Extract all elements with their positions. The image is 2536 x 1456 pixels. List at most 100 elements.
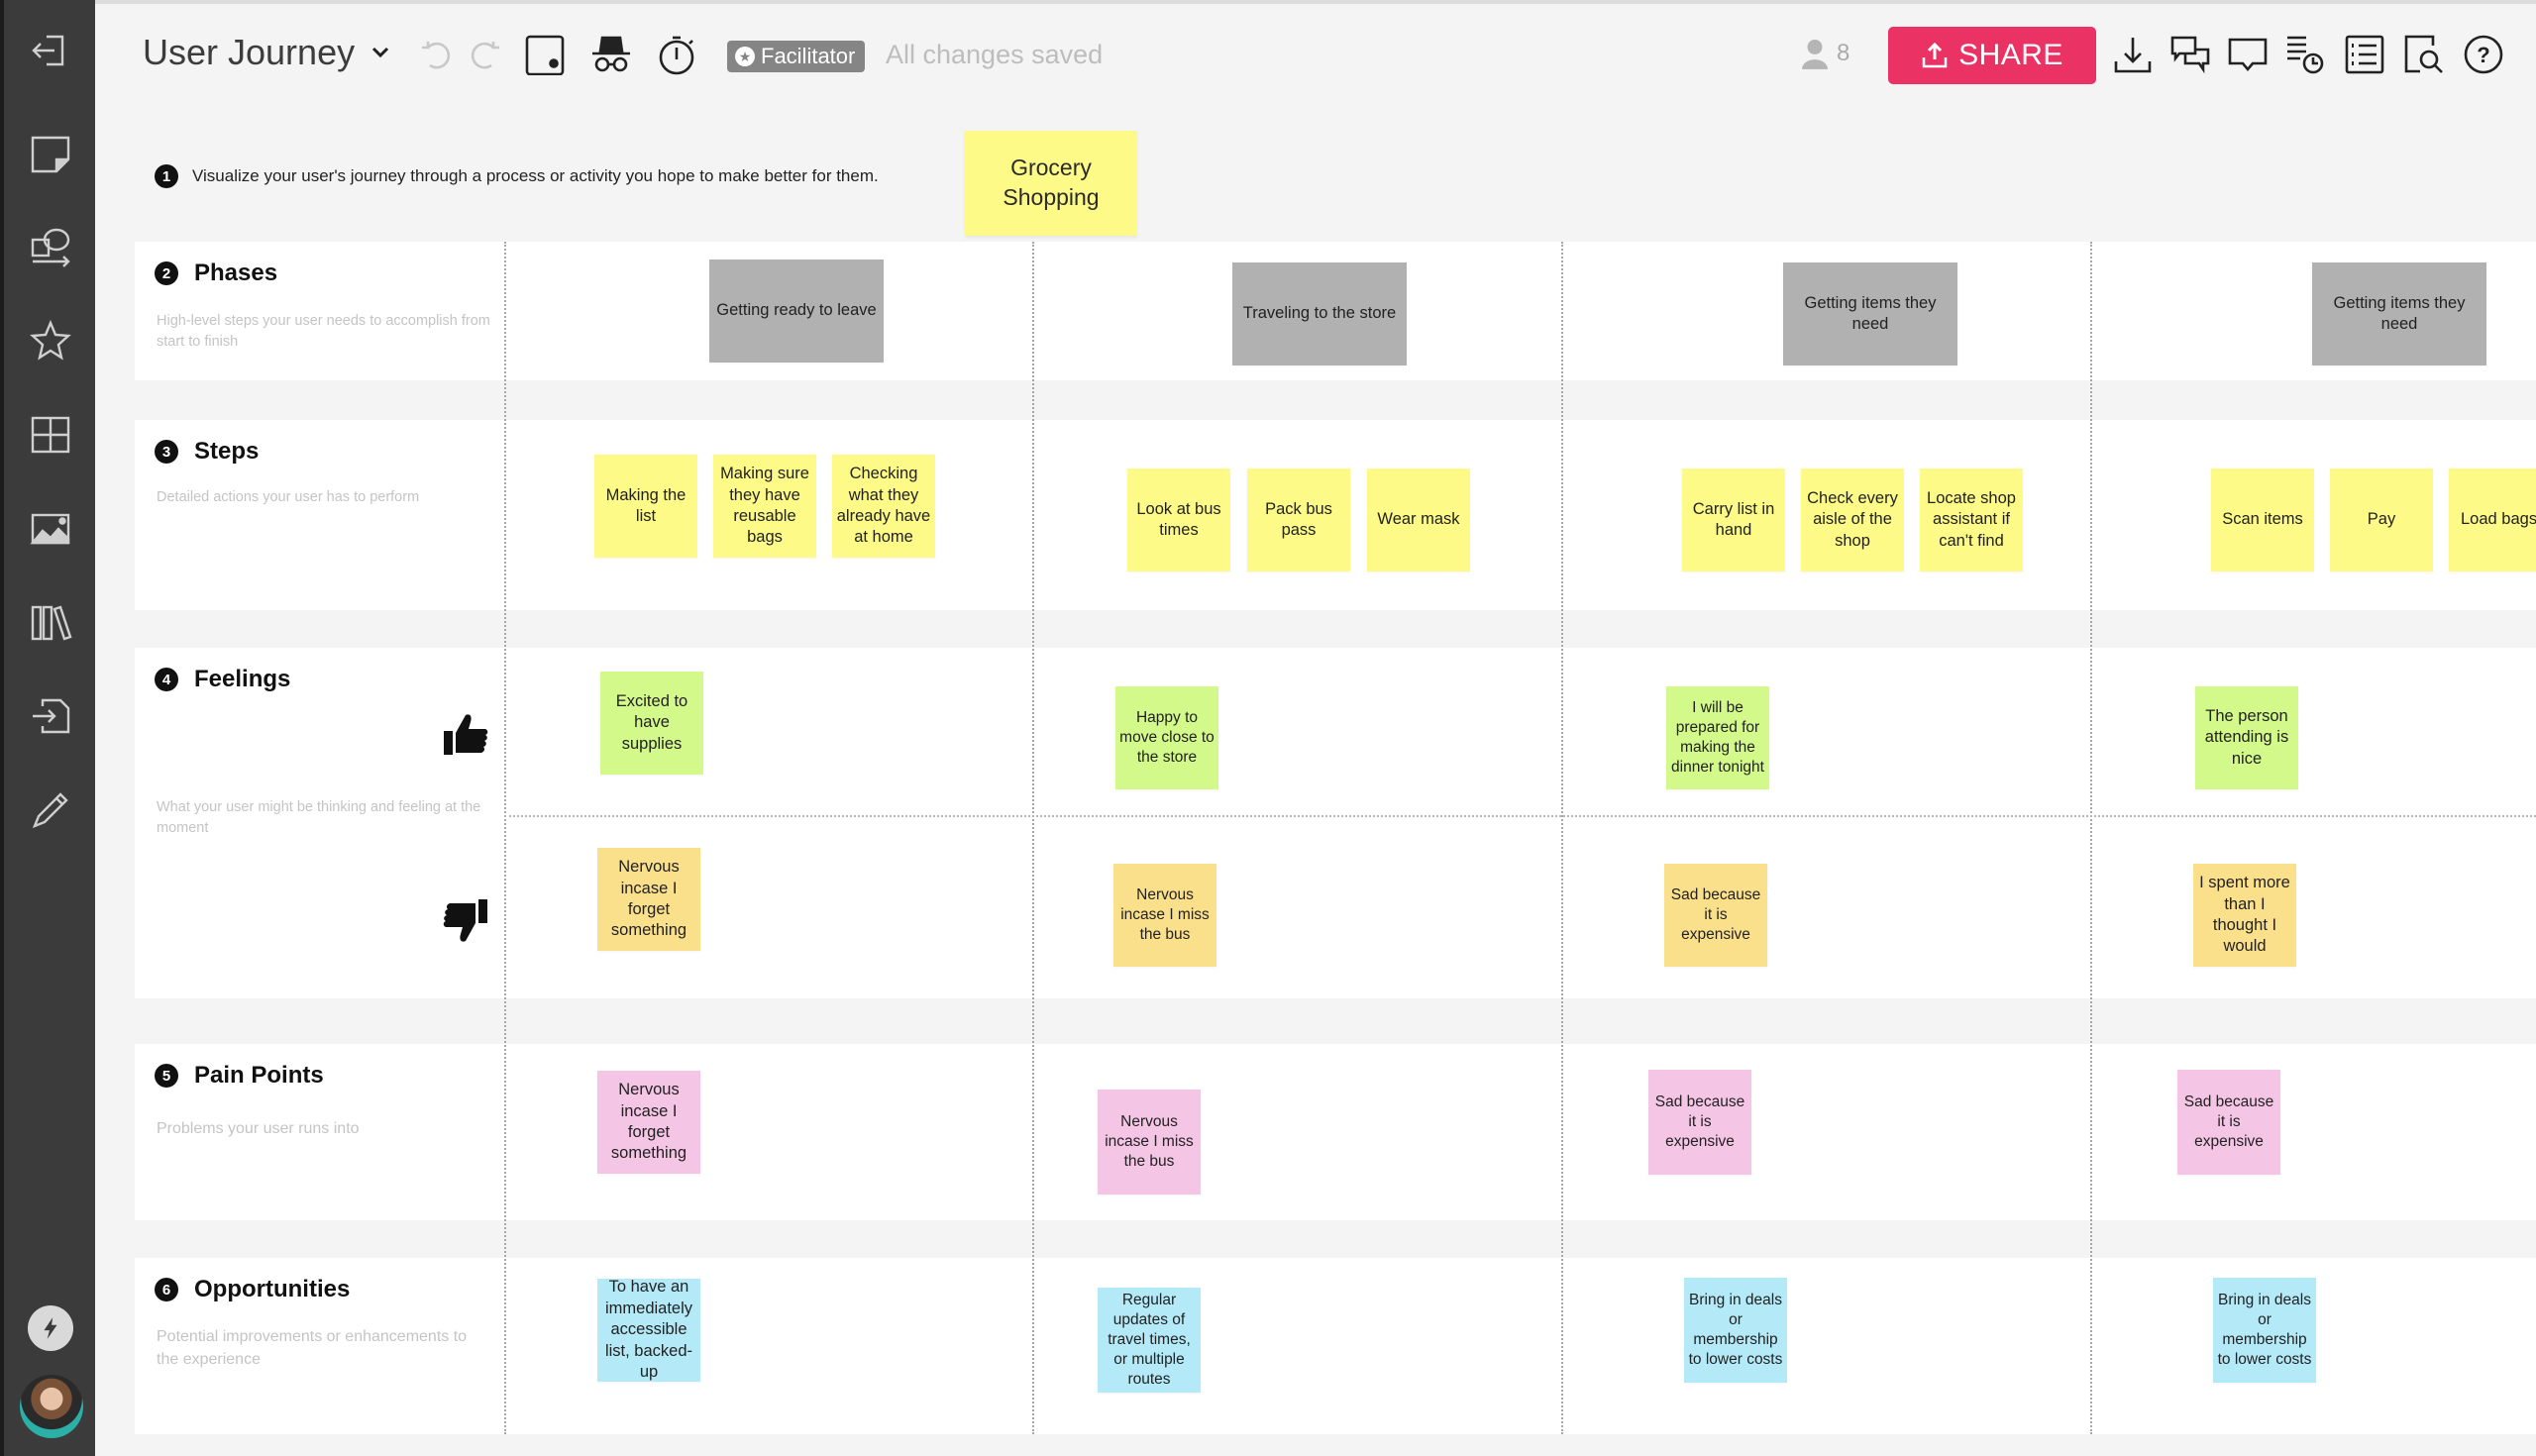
facilitator-badge[interactable]: ★ Facilitator xyxy=(727,41,866,72)
step-sticky[interactable]: Checking what they already have at home xyxy=(832,455,935,558)
column-divider xyxy=(2090,242,2092,1434)
feeling-positive-sticky[interactable]: Excited to have supplies xyxy=(600,672,703,775)
outline-list-icon[interactable] xyxy=(2342,32,2387,77)
board-title-dropdown[interactable]: User Journey xyxy=(143,32,390,73)
comments-icon[interactable] xyxy=(2167,32,2213,77)
step-sticky[interactable]: Making sure they have reusable bags xyxy=(713,455,816,558)
step-number-badge: 6 xyxy=(155,1278,178,1301)
opportunity-sticky[interactable]: To have an immediately accessible list, … xyxy=(597,1278,700,1382)
row-title: Steps xyxy=(194,438,260,465)
library-icon[interactable] xyxy=(26,598,75,648)
row-title: Pain Points xyxy=(194,1062,324,1089)
help-icon[interactable]: ? xyxy=(2461,32,2506,77)
row-title: Opportunities xyxy=(194,1276,351,1302)
download-icon[interactable] xyxy=(2110,32,2156,77)
step-sticky[interactable]: Pack bus pass xyxy=(1247,468,1350,572)
step-sticky[interactable]: Making the list xyxy=(594,455,697,558)
step-sticky[interactable]: Check every aisle of the shop xyxy=(1801,468,1904,572)
redo-icon[interactable] xyxy=(462,32,507,77)
card-dot-icon[interactable] xyxy=(522,32,568,77)
import-icon[interactable] xyxy=(26,691,75,741)
step-sticky[interactable]: Pay xyxy=(2330,468,2433,572)
facilitator-star-icon: ★ xyxy=(735,47,755,66)
feelings-divider xyxy=(504,815,2536,817)
feeling-negative-sticky[interactable]: I spent more than I thought I would xyxy=(2193,864,2296,967)
row-title: Feelings xyxy=(194,666,291,692)
upload-icon xyxy=(1922,42,1948,68)
feeling-positive-sticky[interactable]: The person attending is nice xyxy=(2195,686,2298,789)
step-sticky[interactable]: Look at bus times xyxy=(1127,468,1230,572)
user-icon xyxy=(1801,40,1829,69)
feeling-negative-sticky[interactable]: Nervous incase I forget something xyxy=(597,848,700,951)
activity-history-icon[interactable] xyxy=(2282,32,2328,77)
feeling-negative-sticky[interactable]: Sad because it is expensive xyxy=(1664,864,1767,967)
row-description: Potential improvements or enhancements t… xyxy=(157,1328,468,1369)
journey-title-sticky[interactable]: Grocery Shopping xyxy=(965,131,1137,236)
facilitator-label: Facilitator xyxy=(761,44,856,68)
row-description: What your user might be thinking and fee… xyxy=(157,799,481,837)
save-status: All changes saved xyxy=(886,40,1104,69)
user-avatar[interactable] xyxy=(20,1375,83,1438)
phase-sticky[interactable]: Getting items they need xyxy=(2312,262,2486,365)
share-button[interactable]: SHARE xyxy=(1888,27,2096,84)
thumbs-down-icon xyxy=(443,899,487,942)
feeling-positive-sticky[interactable]: I will be prepared for making the dinner… xyxy=(1666,686,1769,789)
phase-sticky[interactable]: Getting items they need xyxy=(1783,262,1957,365)
online-users[interactable]: 8 xyxy=(1801,38,1849,69)
thumbs-up-icon xyxy=(444,714,488,755)
chevron-down-icon xyxy=(372,47,389,58)
phase-sticky[interactable]: Traveling to the store xyxy=(1232,262,1407,365)
quick-actions-bolt-icon[interactable] xyxy=(28,1305,73,1351)
shapes-icon[interactable] xyxy=(26,223,75,272)
column-divider xyxy=(504,242,506,1434)
chat-icon[interactable] xyxy=(2225,32,2271,77)
pen-icon[interactable] xyxy=(26,785,75,835)
row-description: Problems your user runs into xyxy=(157,1120,360,1137)
step-sticky[interactable]: Carry list in hand xyxy=(1682,468,1785,572)
pain-point-sticky[interactable]: Nervous incase I miss the bus xyxy=(1098,1090,1201,1195)
step-number-badge: 4 xyxy=(155,668,178,691)
share-label: SHARE xyxy=(1958,39,2063,71)
opportunities-row: 6 Opportunities Potential improvements or… xyxy=(135,1258,2536,1434)
pain-point-sticky[interactable]: Sad because it is expensive xyxy=(2177,1070,2280,1175)
undo-icon[interactable] xyxy=(414,32,460,77)
step-number-badge: 1 xyxy=(155,164,178,188)
intro-instruction: 1 Visualize your user's journey through … xyxy=(155,164,879,188)
incognito-icon[interactable] xyxy=(588,32,634,77)
templates-grid-icon[interactable] xyxy=(26,410,75,460)
row-description: High-level steps your user needs to acco… xyxy=(157,313,490,351)
pain-points-row: 5 Pain Points Problems your user runs int… xyxy=(135,1044,2536,1220)
row-description: Detailed actions your user has to perfor… xyxy=(157,489,420,505)
opportunity-sticky[interactable]: Regular updates of travel times, or mult… xyxy=(1098,1288,1201,1393)
column-divider xyxy=(1032,242,1034,1434)
top-toolbar: User Journey ★ Facilitator All changes s… xyxy=(95,0,2536,99)
column-divider xyxy=(1561,242,1563,1434)
step-sticky[interactable]: Scan items xyxy=(2211,468,2314,572)
opportunities-row-label: 6 Opportunities Potential improvements or… xyxy=(155,1276,491,1371)
image-icon[interactable] xyxy=(26,504,75,554)
feeling-positive-sticky[interactable]: Happy to move close to the store xyxy=(1115,686,1218,789)
pain-point-sticky[interactable]: Nervous incase I forget something xyxy=(597,1071,700,1174)
opportunity-sticky[interactable]: Bring in deals or membership to lower co… xyxy=(1684,1278,1787,1383)
timer-icon[interactable] xyxy=(654,32,699,77)
phase-sticky[interactable]: Getting ready to leave xyxy=(709,260,884,363)
star-icon[interactable] xyxy=(26,316,75,365)
step-number-badge: 3 xyxy=(155,440,178,464)
opportunity-sticky[interactable]: Bring in deals or membership to lower co… xyxy=(2213,1278,2316,1383)
app-root: User Journey ★ Facilitator All changes s… xyxy=(0,0,2536,1456)
steps-row-label: 3 Steps Detailed actions your user has to… xyxy=(155,438,491,508)
feelings-row-label: 4 Feelings What your user might be thinki… xyxy=(155,666,491,839)
step-number-badge: 2 xyxy=(155,261,178,285)
step-sticky[interactable]: Load bags xyxy=(2449,468,2536,572)
search-board-icon[interactable] xyxy=(2401,32,2447,77)
sticky-note-icon[interactable] xyxy=(26,129,75,178)
exit-board-icon[interactable] xyxy=(26,26,75,75)
step-sticky[interactable]: Wear mask xyxy=(1367,468,1470,572)
intro-text: Visualize your user's journey through a … xyxy=(192,166,879,185)
board-title: User Journey xyxy=(143,32,356,72)
user-count: 8 xyxy=(1837,40,1850,66)
feeling-negative-sticky[interactable]: Nervous incase I miss the bus xyxy=(1113,864,1216,967)
step-sticky[interactable]: Locate shop assistant if can't find xyxy=(1920,468,2023,572)
left-toolbar xyxy=(0,0,95,1456)
pain-point-sticky[interactable]: Sad because it is expensive xyxy=(1648,1070,1751,1175)
